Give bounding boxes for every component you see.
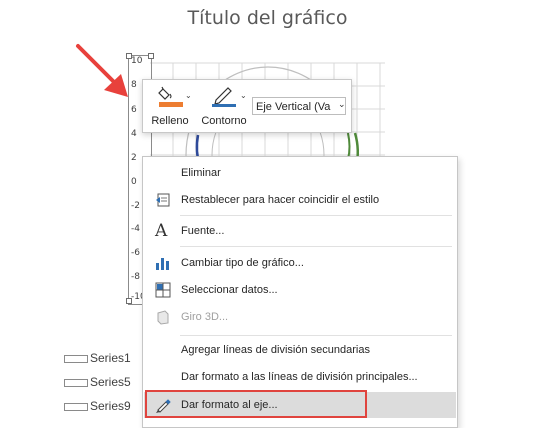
menu-item-format-major-gridlines[interactable]: Dar formato a las líneas de división pri…: [144, 364, 456, 390]
menu-item-delete[interactable]: Eliminar: [144, 160, 456, 186]
menu-item-add-minor-gridlines[interactable]: Agregar líneas de división secundarias: [144, 337, 456, 363]
reset-style-icon: [156, 193, 170, 207]
annotation-highlight-box: [145, 390, 367, 418]
menu-item-label: Eliminar: [181, 167, 221, 179]
select-data-icon: [155, 282, 171, 298]
menu-separator: [180, 215, 452, 216]
legend-label: Series5: [90, 375, 131, 389]
chevron-down-icon[interactable]: ⌄: [338, 99, 346, 110]
chart-element-select-value: Eje Vertical (Va: [256, 101, 331, 113]
menu-item-change-chart-type[interactable]: Cambiar tipo de gráfico...: [144, 250, 456, 276]
menu-item-3d-rotation[interactable]: Giro 3D...: [144, 304, 456, 330]
legend-swatch: [64, 354, 88, 363]
fill-button[interactable]: ⌄ Relleno: [147, 83, 193, 129]
chart-type-icon: [156, 258, 169, 270]
menu-item-label: Seleccionar datos...: [181, 284, 278, 296]
annotation-arrow-icon: [76, 44, 128, 97]
menu-item-label: Cambiar tipo de gráfico...: [181, 257, 304, 269]
menu-item-label: Agregar líneas de división secundarias: [181, 344, 370, 356]
legend-label: Series9: [90, 399, 131, 413]
chart-element-select[interactable]: Eje Vertical (Va: [252, 97, 346, 115]
chevron-down-icon[interactable]: ⌄: [240, 91, 247, 100]
legend-swatch: [64, 378, 88, 387]
outline-label: Contorno: [201, 115, 247, 127]
fill-label: Relleno: [151, 115, 189, 127]
menu-item-label: Fuente...: [181, 225, 225, 237]
legend-item[interactable]: Series9: [64, 399, 131, 413]
menu-item-label: Dar formato a las líneas de división pri…: [181, 371, 418, 383]
chart-title[interactable]: Título del gráfico: [0, 7, 535, 29]
menu-item-label: Restablecer para hacer coincidir el esti…: [181, 194, 380, 206]
font-icon: A: [155, 221, 168, 241]
menu-item-label: Giro 3D...: [181, 311, 229, 323]
menu-item-font[interactable]: A Fuente...: [144, 218, 456, 244]
legend-item[interactable]: Series5: [64, 375, 131, 389]
context-menu: Eliminar Restablecer para hacer coincidi…: [142, 156, 458, 428]
legend-swatch: [64, 402, 88, 411]
y-tick-label: 10: [131, 56, 143, 66]
paint-bucket-icon: [158, 86, 183, 107]
menu-separator: [180, 246, 452, 247]
legend-item[interactable]: Series1: [64, 351, 131, 365]
legend-label: Series1: [90, 351, 131, 365]
chevron-down-icon[interactable]: ⌄: [185, 91, 192, 100]
menu-item-select-data[interactable]: Seleccionar datos...: [144, 277, 456, 303]
menu-separator: [180, 335, 452, 336]
outline-button[interactable]: ⌄ Contorno: [197, 83, 251, 129]
pen-outline-icon: [212, 87, 236, 107]
rotate-3d-icon: [157, 310, 169, 325]
menu-item-reset-style[interactable]: Restablecer para hacer coincidir el esti…: [144, 187, 456, 213]
